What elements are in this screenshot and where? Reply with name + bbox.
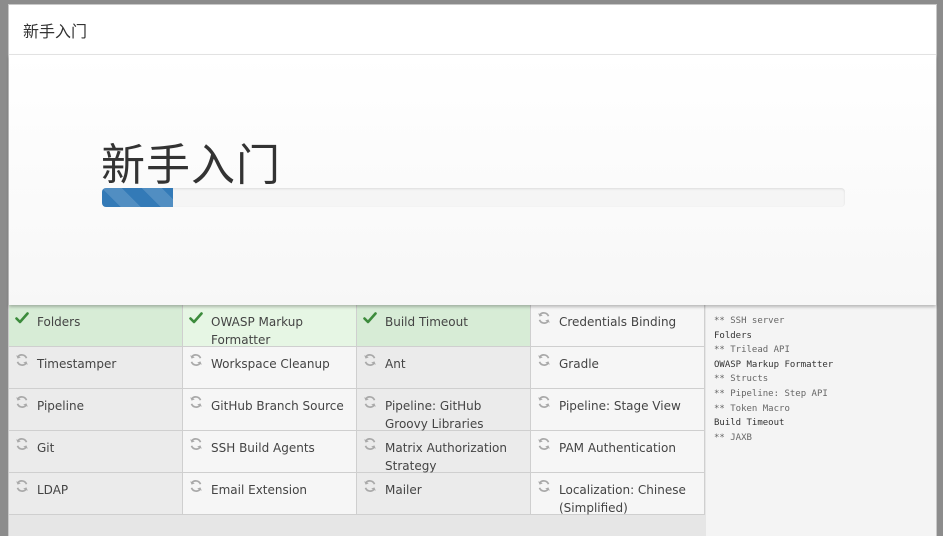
log-line: ** SSH server xyxy=(714,316,785,326)
plugin-name: Build Timeout xyxy=(385,315,468,329)
refresh-icon xyxy=(537,437,551,451)
plugin-name: GitHub Branch Source xyxy=(211,399,344,413)
plugin-name: Pipeline xyxy=(37,399,84,413)
plugin-name: PAM Authentication xyxy=(559,441,676,455)
plugin-name: OWASP Markup Formatter xyxy=(211,315,303,347)
log-line: OWASP Markup Formatter xyxy=(714,359,834,370)
plugin-name: Timestamper xyxy=(37,357,117,371)
setup-wizard-panel: 新手入门 新手入门 Folders OWASP Markup Formatter B… xyxy=(8,4,937,536)
panel-header: 新手入门 xyxy=(9,5,936,55)
plugin-item: Gradle xyxy=(531,347,705,389)
log-line: ** Structs xyxy=(714,374,769,385)
refresh-icon xyxy=(363,353,377,367)
plugin-item: GitHub Branch Source xyxy=(183,389,357,431)
check-icon xyxy=(189,311,203,325)
refresh-icon xyxy=(363,479,377,493)
refresh-icon xyxy=(189,479,203,493)
refresh-icon xyxy=(537,353,551,367)
plugin-name: Pipeline: Stage View xyxy=(559,399,681,413)
plugin-name: Git xyxy=(37,441,55,455)
plugin-item: Pipeline xyxy=(9,389,183,431)
install-hero: 新手入门 xyxy=(9,55,936,305)
plugin-name: Localization: Chinese (Simplified) xyxy=(559,483,686,515)
plugin-item: LDAP xyxy=(9,473,183,515)
plugin-item: Workspace Cleanup xyxy=(183,347,357,389)
plugin-item: Credentials Binding xyxy=(531,305,705,347)
plugin-item: OWASP Markup Formatter xyxy=(183,305,357,347)
panel-title: 新手入门 xyxy=(23,21,88,41)
refresh-icon xyxy=(189,353,203,367)
log-line: ** Pipeline: Step API xyxy=(714,388,828,399)
plugin-item: Email Extension xyxy=(183,473,357,515)
plugin-name: Folders xyxy=(37,315,81,329)
check-icon xyxy=(15,311,29,325)
plugin-item: Timestamper xyxy=(9,347,183,389)
plugin-item: Localization: Chinese (Simplified) xyxy=(531,473,705,515)
plugin-name: Pipeline: GitHub Groovy Libraries xyxy=(385,399,484,431)
refresh-icon xyxy=(15,395,29,409)
hero-title: 新手入门 xyxy=(101,140,281,191)
install-log: ** SSH server Folders ** Trilead API OWASP … xyxy=(706,305,936,536)
check-icon xyxy=(363,311,377,325)
refresh-icon xyxy=(537,311,551,325)
plugin-status-area: Folders OWASP Markup Formatter Build Timeo… xyxy=(9,305,706,536)
plugin-item: Pipeline: Stage View xyxy=(531,389,705,431)
log-line: Folders xyxy=(714,330,752,341)
plugin-name: Workspace Cleanup xyxy=(211,357,330,371)
plugin-item: Git xyxy=(9,431,183,473)
plugin-item: Mailer xyxy=(357,473,531,515)
plugin-name: Gradle xyxy=(559,357,599,371)
plugin-name: Mailer xyxy=(385,483,422,497)
refresh-icon xyxy=(15,437,29,451)
refresh-icon xyxy=(15,353,29,367)
refresh-icon xyxy=(363,395,377,409)
refresh-icon xyxy=(189,437,203,451)
refresh-icon xyxy=(537,479,551,493)
refresh-icon xyxy=(15,479,29,493)
refresh-icon xyxy=(189,395,203,409)
refresh-icon xyxy=(363,437,377,451)
plugin-item: Build Timeout xyxy=(357,305,531,347)
install-progress-bar xyxy=(102,188,845,207)
plugin-item: SSH Build Agents xyxy=(183,431,357,473)
refresh-icon xyxy=(537,395,551,409)
plugin-name: Ant xyxy=(385,357,406,371)
plugin-item: PAM Authentication xyxy=(531,431,705,473)
plugin-name: Matrix Authorization Strategy xyxy=(385,441,507,473)
plugin-name: LDAP xyxy=(37,483,69,497)
plugin-item: Ant xyxy=(357,347,531,389)
plugin-item: Folders xyxy=(9,305,183,347)
log-line: ** Token Macro xyxy=(714,403,790,414)
log-line: Build Timeout xyxy=(714,418,785,429)
plugin-item: Matrix Authorization Strategy xyxy=(357,431,531,473)
plugin-status-grid: Folders OWASP Markup Formatter Build Timeo… xyxy=(9,305,706,515)
log-line: ** JAXB xyxy=(714,432,752,443)
plugin-name: Email Extension xyxy=(211,483,308,497)
plugin-name: SSH Build Agents xyxy=(211,441,315,455)
plugin-item: Pipeline: GitHub Groovy Libraries xyxy=(357,389,531,431)
plugin-name: Credentials Binding xyxy=(559,315,677,329)
log-line: ** Trilead API xyxy=(714,345,790,356)
install-progress-fill xyxy=(102,188,173,207)
